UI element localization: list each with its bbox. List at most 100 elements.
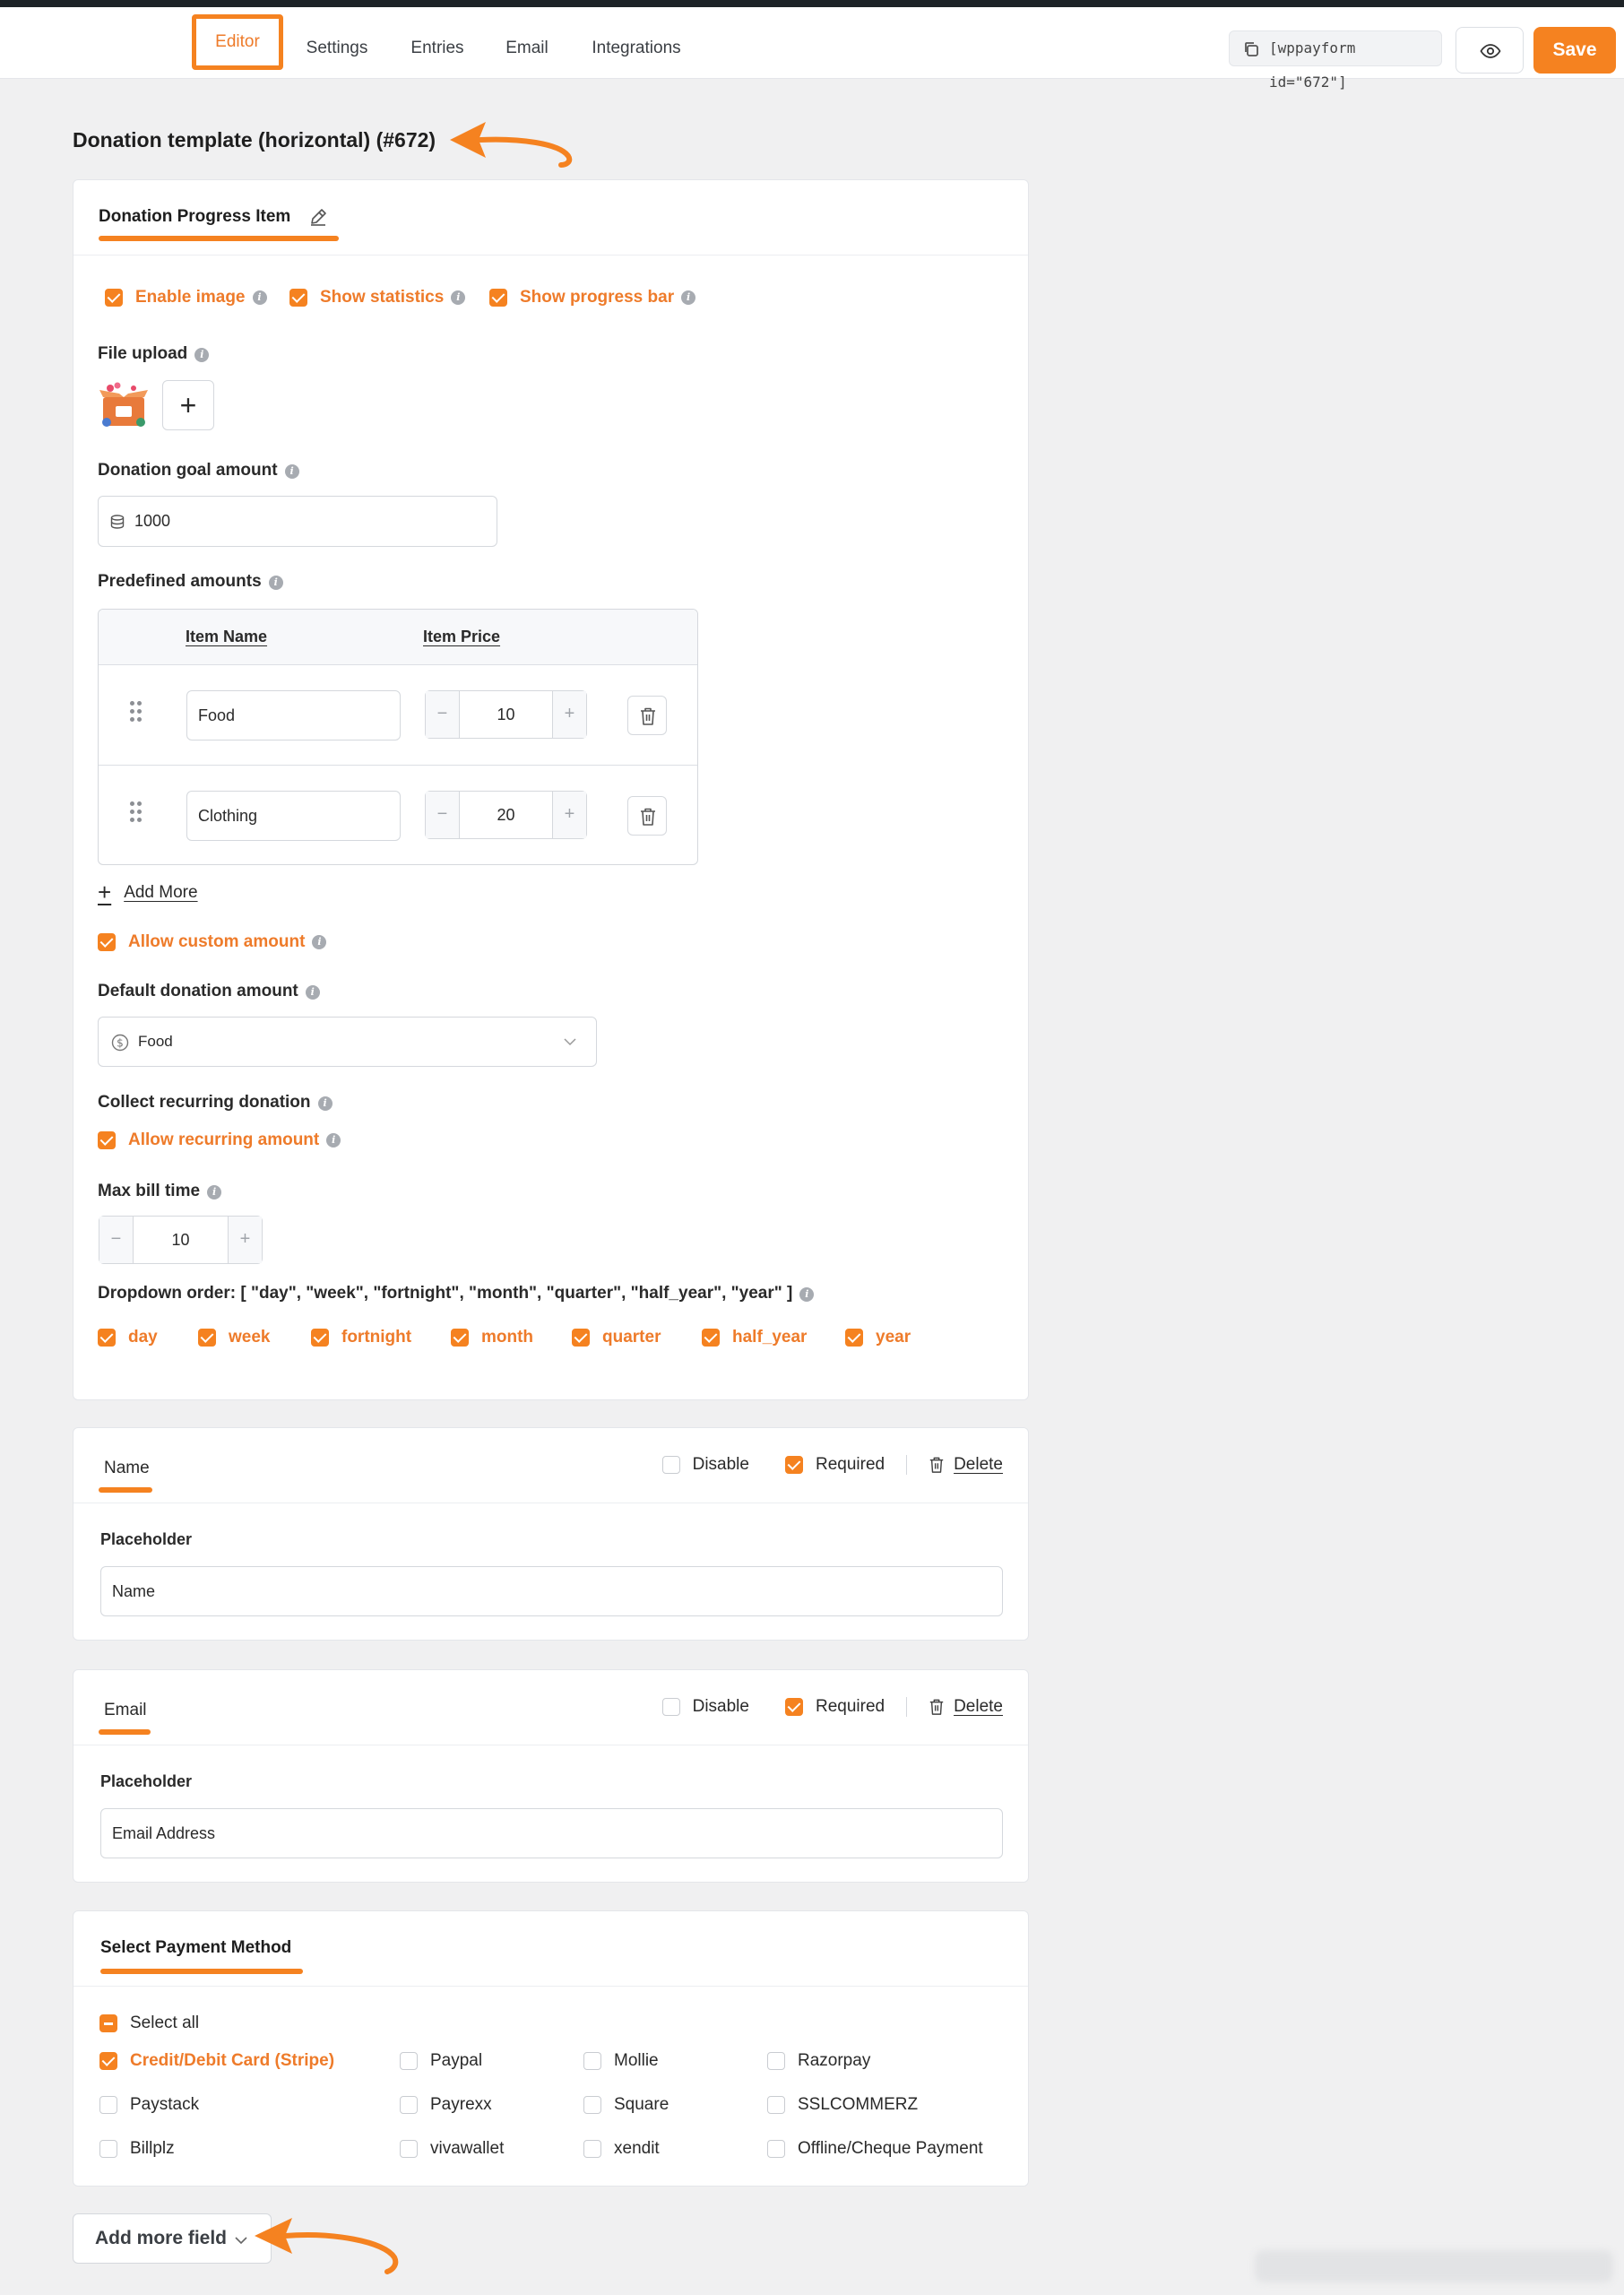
allow-recurring-amount-checkbox[interactable]: Allow recurring amount i [98, 1130, 341, 1150]
payment-paypal-checkbox[interactable]: Paypal [400, 2051, 482, 2071]
dropdown-order-label: Dropdown order: [ "day", "week", "fortni… [98, 1284, 815, 1303]
field-title-underline [99, 1487, 152, 1493]
period-year-checkbox[interactable]: year [845, 1328, 911, 1347]
disable-label: Disable [692, 1697, 749, 1716]
show-progress-bar-checkbox[interactable]: Show progress bar i [489, 288, 696, 307]
period-day-checkbox[interactable]: day [98, 1328, 158, 1347]
payment-label: Paypal [430, 2051, 483, 2070]
show-statistics-checkbox[interactable]: Show statistics i [289, 288, 466, 307]
enable-image-checkbox[interactable]: Enable image i [105, 288, 267, 307]
coins-icon [110, 514, 125, 529]
payment-offline-checkbox[interactable]: Offline/Cheque Payment [767, 2139, 983, 2159]
decrement-button[interactable]: − [426, 792, 460, 838]
required-label: Required [815, 1697, 885, 1716]
max-bill-time-label: Max bill time i [98, 1182, 222, 1201]
card-header: Select Payment Method [73, 1911, 1028, 1987]
payment-paystack-checkbox[interactable]: Paystack [99, 2095, 199, 2115]
item-name-input[interactable]: Food [186, 690, 401, 740]
tab-entries[interactable]: Entries [405, 30, 470, 66]
required-checkbox[interactable]: Required [784, 1455, 885, 1475]
period-fortnight-checkbox[interactable]: fortnight [311, 1328, 411, 1347]
tab-settings[interactable]: Settings [298, 30, 376, 66]
donation-goal-value: 1000 [134, 512, 171, 530]
payment-vivawallet-checkbox[interactable]: vivawallet [400, 2139, 504, 2159]
period-half-year-checkbox[interactable]: half_year [702, 1328, 807, 1347]
edit-icon[interactable] [308, 207, 328, 227]
item-price-value[interactable]: 10 [460, 691, 552, 738]
trash-icon [929, 1457, 944, 1473]
max-bill-time-stepper[interactable]: − 10 + [99, 1216, 263, 1264]
checkbox-box [400, 2096, 418, 2114]
item-price-value[interactable]: 20 [460, 792, 552, 838]
save-button[interactable]: Save [1533, 27, 1616, 74]
increment-button[interactable]: + [552, 792, 586, 838]
allow-custom-amount-checkbox[interactable]: Allow custom amount i [98, 932, 327, 952]
drag-handle-icon[interactable] [130, 801, 143, 823]
payment-sslcommerz-checkbox[interactable]: SSLCOMMERZ [767, 2095, 918, 2115]
drag-handle-icon[interactable] [130, 701, 143, 723]
placeholder-label: Placeholder [100, 1772, 193, 1790]
delete-field-button[interactable]: Delete [929, 1455, 1003, 1475]
checkbox-box [784, 1456, 803, 1474]
add-more-field-button[interactable]: Add more field [73, 2213, 272, 2264]
predefined-amounts-label: Predefined amounts i [98, 572, 283, 592]
payment-razorpay-checkbox[interactable]: Razorpay [767, 2051, 870, 2071]
add-image-button[interactable]: + [162, 380, 214, 430]
default-donation-select[interactable]: $ Food [98, 1017, 597, 1067]
email-placeholder-input[interactable]: Email Address [100, 1808, 1003, 1858]
checkbox-box [99, 2096, 117, 2114]
payment-xendit-checkbox[interactable]: xendit [583, 2139, 660, 2159]
tab-email[interactable]: Email [500, 30, 554, 66]
checkbox-box [702, 1329, 720, 1347]
tab-editor[interactable]: Editor [192, 14, 283, 70]
disable-checkbox[interactable]: Disable [661, 1697, 749, 1717]
checkbox-box [489, 289, 507, 307]
select-all-checkbox[interactable]: Select all [99, 2014, 199, 2033]
payment-payrexx-checkbox[interactable]: Payrexx [400, 2095, 492, 2115]
checkbox-box [767, 2096, 785, 2114]
item-name-input[interactable]: Clothing [186, 791, 401, 841]
payment-label: Payrexx [430, 2095, 492, 2114]
add-more-link[interactable]: + Add More [98, 879, 198, 906]
period-week-checkbox[interactable]: week [198, 1328, 270, 1347]
delete-row-button[interactable] [627, 696, 667, 735]
required-checkbox[interactable]: Required [784, 1697, 885, 1717]
checkbox-box [400, 2052, 418, 2070]
blurred-area [1255, 2250, 1613, 2282]
disable-checkbox[interactable]: Disable [661, 1455, 749, 1475]
delete-field-button[interactable]: Delete [929, 1697, 1003, 1717]
payment-square-checkbox[interactable]: Square [583, 2095, 669, 2115]
donation-image-thumbnail[interactable] [98, 381, 150, 428]
increment-button[interactable]: + [552, 691, 586, 738]
table-row: Food − 10 + [99, 665, 697, 765]
payment-mollie-checkbox[interactable]: Mollie [583, 2051, 659, 2071]
shortcode-copy[interactable]: [wppayform id="672"] [1229, 30, 1442, 91]
period-quarter-checkbox[interactable]: quarter [572, 1328, 661, 1347]
checkbox-box [784, 1698, 803, 1716]
payment-billplz-checkbox[interactable]: Billplz [99, 2139, 175, 2159]
donation-goal-input[interactable]: 1000 [98, 496, 497, 547]
item-price-stepper[interactable]: − 20 + [425, 791, 587, 839]
item-price-stepper[interactable]: − 10 + [425, 690, 587, 739]
info-icon: i [207, 1185, 222, 1199]
annotation-arrow-icon [255, 2218, 399, 2274]
card-header: Donation Progress Item [73, 180, 1028, 255]
checkbox-box [583, 2096, 601, 2114]
name-placeholder-input[interactable]: Name [100, 1566, 1003, 1616]
max-bill-time-value[interactable]: 10 [134, 1217, 228, 1263]
tab-integrations[interactable]: Integrations [584, 30, 688, 66]
checkbox-box [583, 2052, 601, 2070]
decrement-button[interactable]: − [426, 691, 460, 738]
delete-row-button[interactable] [627, 796, 667, 836]
decrement-button[interactable]: − [99, 1217, 134, 1263]
copy-icon [1245, 42, 1258, 56]
period-month-checkbox[interactable]: month [451, 1328, 533, 1347]
top-nav: Editor Settings Entries Email Integratio… [0, 7, 1624, 91]
payment-stripe-checkbox[interactable]: Credit/Debit Card (Stripe) [99, 2051, 334, 2071]
info-icon: i [284, 464, 299, 479]
info-icon: i [451, 290, 466, 305]
increment-button[interactable]: + [228, 1217, 262, 1263]
checkbox-box [98, 1329, 116, 1347]
trash-icon [641, 707, 655, 725]
preview-button[interactable] [1456, 27, 1524, 74]
